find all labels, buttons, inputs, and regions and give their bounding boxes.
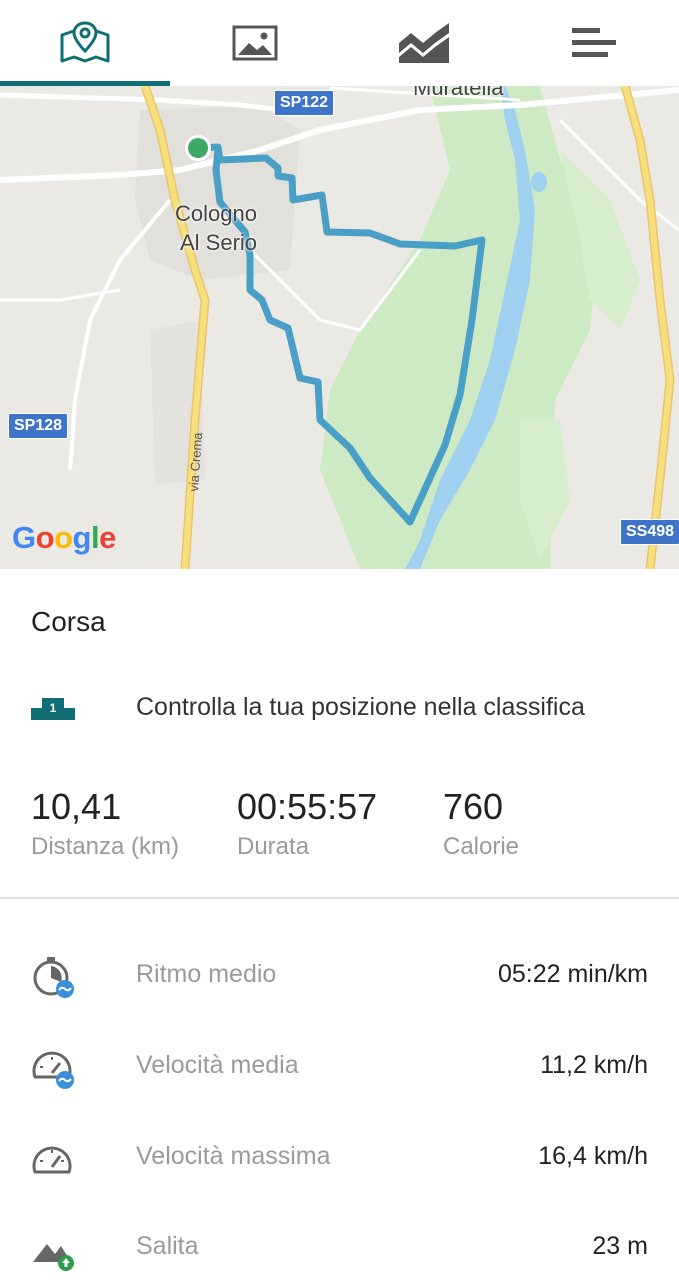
max-speed-icon <box>31 1136 77 1182</box>
podium-rank: 1 <box>50 701 57 715</box>
ascent-icon <box>31 1226 77 1272</box>
podium-icon: 1 <box>31 694 75 720</box>
metric-row-max-speed: Velocità massima 16,4 km/h <box>0 1128 679 1188</box>
google-logo: Google <box>12 520 116 555</box>
metric-value-avg-speed: 11,2 km/h <box>540 1051 648 1079</box>
route-map[interactable]: Muratella Cologno Al Serio SP122 SP128 S… <box>0 86 679 569</box>
metric-label-avg-pace: Ritmo medio <box>136 960 277 988</box>
summary-stats: 10,41 Distanza (km) 00:55:57 Durata 760 … <box>31 786 671 866</box>
stat-duration: 00:55:57 Durata <box>237 786 377 864</box>
distance-label: Distanza (km) <box>31 833 180 860</box>
metric-row-avg-pace: Ritmo medio 05:22 min/km <box>0 946 679 1006</box>
map-pin-icon <box>60 21 110 63</box>
road-shield-sp122: SP122 <box>274 90 335 116</box>
section-divider <box>0 897 679 899</box>
image-icon <box>232 25 278 61</box>
duration-label: Durata <box>237 833 310 860</box>
metric-row-avg-speed: Velocità media 11,2 km/h <box>0 1037 679 1097</box>
map-label-town-1: Cologno <box>175 201 257 226</box>
calories-value: 760 <box>443 786 504 827</box>
top-tab-bar <box>0 0 679 86</box>
tab-details[interactable] <box>509 0 679 86</box>
map-graphic <box>0 86 679 569</box>
stat-calories: 760 Calorie <box>443 786 519 864</box>
map-label-town-2: Al Serio <box>180 230 258 255</box>
menu-lines-icon <box>572 28 617 57</box>
metric-label-ascent: Salita <box>136 1232 199 1260</box>
map-label-muratella: Muratella <box>413 86 504 100</box>
activity-type: Corsa <box>31 606 106 637</box>
metric-value-max-speed: 16,4 km/h <box>538 1142 648 1170</box>
road-shield-ss498: SS498 <box>620 519 679 545</box>
leaderboard-link[interactable]: 1 Controlla la tua posizione nella class… <box>31 686 651 728</box>
metric-row-ascent: Salita 23 m <box>0 1218 679 1278</box>
metric-label-max-speed: Velocità massima <box>136 1142 331 1170</box>
distance-value: 10,41 <box>31 786 122 827</box>
stat-distance: 10,41 Distanza (km) <box>31 786 179 864</box>
avg-pace-icon <box>31 954 77 1000</box>
area-chart-icon <box>399 23 450 63</box>
calories-label: Calorie <box>443 833 520 860</box>
road-shield-sp128: SP128 <box>8 413 69 439</box>
leaderboard-label: Controlla la tua posizione nella classif… <box>136 692 585 721</box>
metric-value-ascent: 23 m <box>592 1232 648 1260</box>
avg-speed-icon <box>31 1045 77 1091</box>
tab-charts[interactable] <box>340 0 510 86</box>
tab-map[interactable] <box>0 0 170 86</box>
duration-value: 00:55:57 <box>237 786 378 827</box>
tab-photos[interactable] <box>170 0 340 86</box>
metric-label-avg-speed: Velocità media <box>136 1051 299 1079</box>
metric-value-avg-pace: 05:22 min/km <box>497 960 648 988</box>
